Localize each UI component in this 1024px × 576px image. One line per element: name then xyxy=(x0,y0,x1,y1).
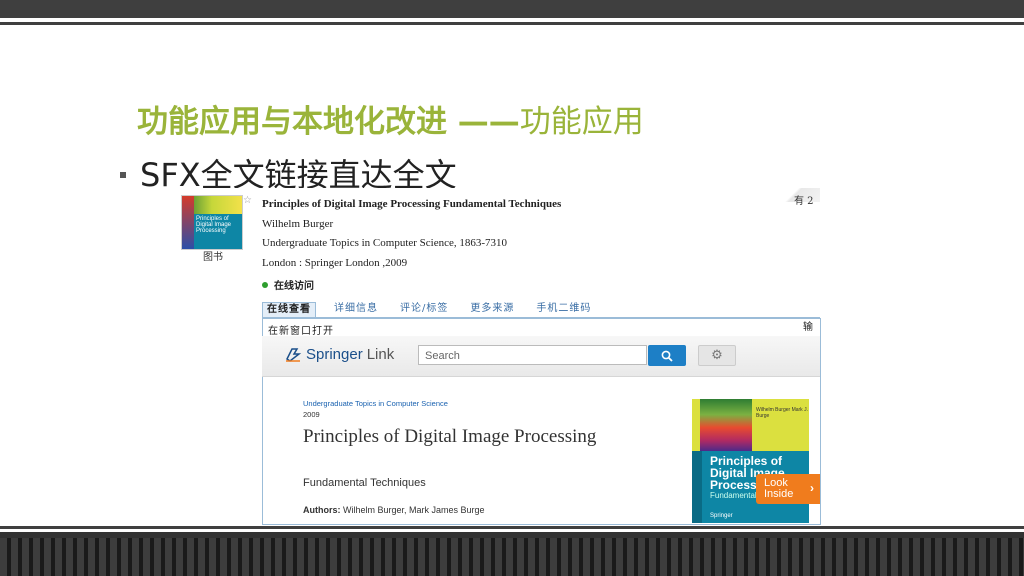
look-inside-button[interactable]: Look Inside › xyxy=(756,474,820,504)
springer-logo[interactable]: Springer Link xyxy=(284,345,394,363)
material-type-label: 图书 xyxy=(203,252,223,263)
online-access-label: 在线访问 xyxy=(274,281,314,292)
slide-title: 功能应用与本地化改进 ——功能应用 xyxy=(137,96,644,141)
book-authors: Authors: Wilhelm Burger, Mark James Burg… xyxy=(303,505,485,515)
book-year: 2009 xyxy=(303,410,320,419)
authors-names: Wilhelm Burger, Mark James Burge xyxy=(340,505,485,515)
record-publisher: London : Springer London ,2009 xyxy=(262,257,408,269)
bottom-decor-bar-top xyxy=(0,532,1024,538)
frame-right-edge-text: 输 xyxy=(803,322,813,333)
settings-button[interactable]: ⚙ xyxy=(698,345,736,366)
record-count: 有 2 xyxy=(794,196,814,207)
search-button[interactable] xyxy=(648,345,686,366)
record-title[interactable]: Principles of Digital Image Processing F… xyxy=(262,198,561,210)
bottom-decor-line xyxy=(0,526,1024,529)
cover-spine xyxy=(692,451,702,523)
search-icon xyxy=(661,350,673,362)
tab-reviews-tags[interactable]: 评论/标签 xyxy=(396,302,452,316)
tab-online-view[interactable]: 在线查看 xyxy=(262,302,316,317)
springer-brand: Springer xyxy=(306,345,363,363)
springer-horse-icon xyxy=(286,348,302,362)
book-subtitle: Fundamental Techniques xyxy=(303,477,426,489)
slide-title-bold: 功能应用与本地化改进 —— xyxy=(137,104,520,140)
tab-more-sources[interactable]: 更多来源 xyxy=(466,302,518,316)
tab-details[interactable]: 详细信息 xyxy=(330,302,382,316)
book-title: Principles of Digital Image Processing xyxy=(303,426,597,447)
slide-title-normal: 功能应用 xyxy=(519,104,644,140)
gear-icon: ⚙ xyxy=(711,348,723,363)
open-new-window-link[interactable]: 在新窗口打开 xyxy=(268,322,334,337)
favorite-star-icon[interactable]: ☆ xyxy=(243,195,252,206)
record-series: Undergraduate Topics in Computer Science… xyxy=(262,237,508,249)
tab-mobile-qr[interactable]: 手机二维码 xyxy=(532,302,595,316)
book-cover[interactable]: Wilhelm Burger Mark J. Burge Principles … xyxy=(692,399,809,523)
springer-link-suffix: Link xyxy=(366,345,395,363)
chevron-right-icon: › xyxy=(810,481,814,495)
top-decor-line xyxy=(0,22,1024,25)
thumb-spine xyxy=(182,196,194,249)
record-author: Wilhelm Burger xyxy=(262,218,334,230)
top-decor-bar xyxy=(0,0,1024,18)
book-series-link[interactable]: Undergraduate Topics in Computer Science xyxy=(303,399,448,408)
bullet-square-icon xyxy=(120,172,126,178)
cover-authors: Wilhelm Burger Mark J. Burge xyxy=(756,407,808,419)
cover-image xyxy=(700,399,752,451)
online-status-dot-icon xyxy=(262,281,268,288)
online-access[interactable]: 在线访问 xyxy=(262,277,314,292)
thumb-title: Principles of Digital Image Processing xyxy=(196,216,232,234)
book-thumbnail[interactable]: Principles of Digital Image Processing xyxy=(181,195,243,250)
authors-label: Authors: xyxy=(303,505,341,515)
search-input[interactable]: Search xyxy=(418,345,647,365)
record-tabs: 在线查看 详细信息 评论/标签 更多来源 手机二维码 xyxy=(262,302,820,318)
look-inside-label: Look Inside xyxy=(764,477,794,500)
cover-publisher: Springer xyxy=(710,513,733,519)
bottom-decor-bar xyxy=(0,532,1024,576)
